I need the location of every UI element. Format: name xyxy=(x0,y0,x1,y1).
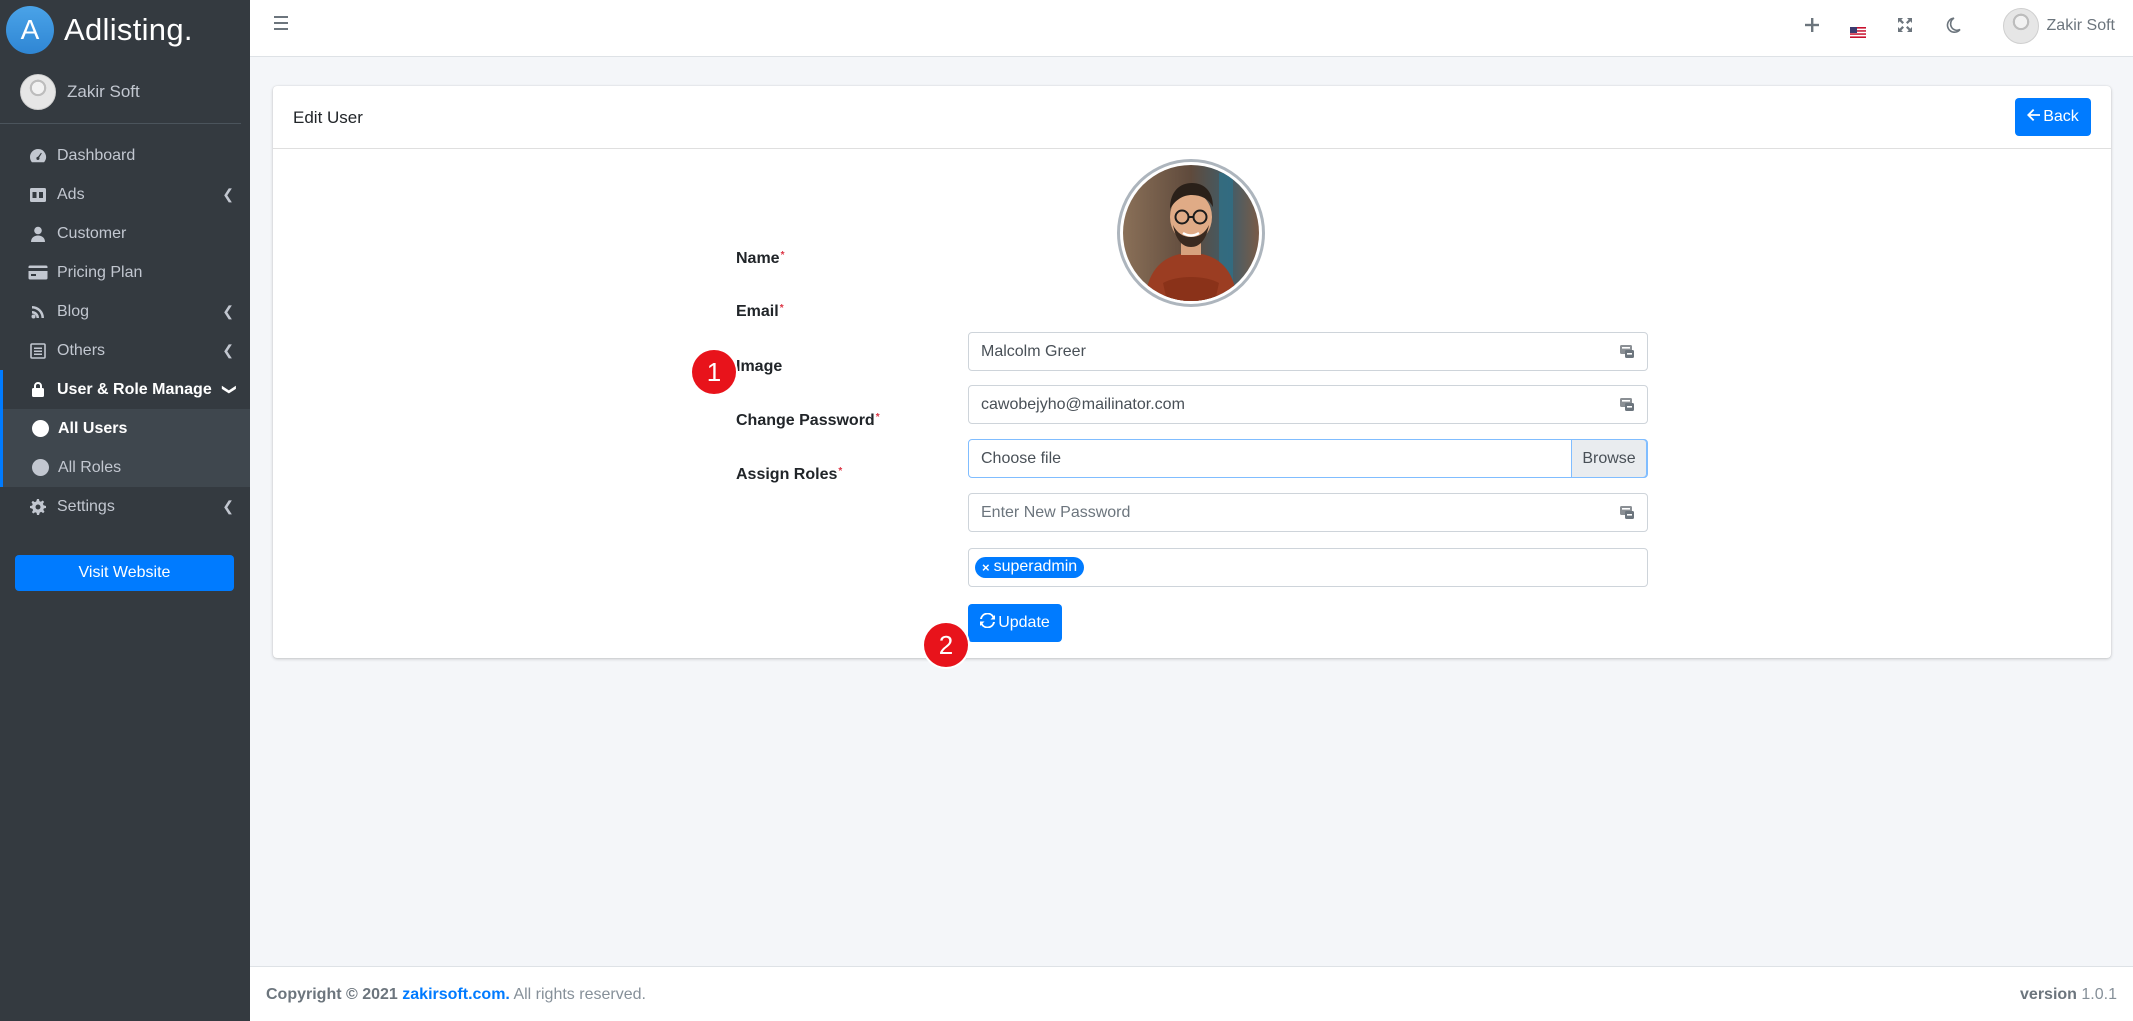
brand[interactable]: A Adlisting. xyxy=(0,0,250,60)
sidebar-item-label: Settings xyxy=(57,497,115,515)
password-field[interactable]: Enter New Password xyxy=(968,493,1648,532)
update-label: Update xyxy=(998,614,1050,631)
list-icon xyxy=(28,341,48,361)
footer-version: version 1.0.1 xyxy=(2020,986,2117,1004)
browse-button[interactable]: Browse xyxy=(1571,439,1647,478)
avatar xyxy=(2002,8,2039,44)
update-button[interactable]: Update xyxy=(968,604,1062,642)
plus-icon[interactable] xyxy=(1804,13,1820,39)
sidebar-item-ads[interactable]: Ads ❮ xyxy=(0,175,250,214)
name-value: Malcolm Greer xyxy=(981,342,1086,360)
chevron-down-icon: ❮ xyxy=(219,383,236,396)
edit-user-card: Edit User Back Name* Malcolm Greer Email… xyxy=(273,86,2111,658)
back-label: Back xyxy=(2043,108,2079,125)
sidebar-item-dashboard[interactable]: Dashboard xyxy=(0,136,250,175)
page-title: Edit User xyxy=(293,108,363,127)
annotation-marker-1: 1 xyxy=(692,350,736,394)
avatar xyxy=(20,73,56,110)
ad-icon xyxy=(28,185,48,205)
sidebar-item-settings[interactable]: Settings ❮ xyxy=(0,487,250,526)
sidebar-item-label: All Roles xyxy=(58,458,122,476)
file-input-text: Choose file xyxy=(981,449,1062,467)
email-label: Email* xyxy=(736,303,784,320)
chevron-left-icon: ❮ xyxy=(222,342,234,358)
name-label: Name* xyxy=(736,250,785,267)
credit-card-icon xyxy=(28,263,48,283)
us-flag-icon[interactable] xyxy=(1850,21,1866,44)
sidebar-item-all-roles[interactable]: All Roles xyxy=(0,448,250,487)
brand-logo: A xyxy=(6,6,54,54)
footer: Copyright © 2021 zakirsoft.com. All righ… xyxy=(250,966,2133,1021)
sidebar-item-blog[interactable]: Blog ❮ xyxy=(0,292,250,331)
sidebar-item-label: User & Role Manage xyxy=(57,380,212,398)
sidebar-item-customer[interactable]: Customer xyxy=(0,214,250,253)
roles-select[interactable]: × superadmin xyxy=(968,548,1648,587)
sidebar-item-user-role-manage[interactable]: User & Role Manage ❮ xyxy=(0,370,250,409)
topbar: Zakir Soft xyxy=(250,0,2133,57)
sidebar-item-label: Ads xyxy=(57,185,85,203)
assign-roles-label: Assign Roles* xyxy=(736,466,843,483)
topbar-user-menu[interactable]: Zakir Soft xyxy=(2002,8,2115,44)
sidebar-item-label: All Users xyxy=(58,419,128,437)
chevron-left-icon: ❮ xyxy=(222,303,234,319)
rights-text: All rights reserved. xyxy=(513,986,646,1003)
email-value: cawobejyho@mailinator.com xyxy=(981,395,1185,413)
lock-icon xyxy=(28,380,48,400)
user-icon xyxy=(28,224,48,244)
hamburger-menu-icon[interactable] xyxy=(274,16,288,30)
version-value: 1.0.1 xyxy=(2081,986,2117,1003)
keychain-icon xyxy=(1619,504,1635,520)
role-tag[interactable]: × superadmin xyxy=(975,557,1085,578)
sidebar-item-label: Blog xyxy=(57,302,90,320)
email-field[interactable]: cawobejyho@mailinator.com xyxy=(968,385,1648,424)
visit-website-button[interactable]: Visit Website xyxy=(15,555,234,591)
gear-icon xyxy=(28,497,48,517)
tachometer-icon xyxy=(28,146,48,166)
image-file-input[interactable]: Choose file Browse xyxy=(968,439,1648,478)
arrow-left-icon xyxy=(2027,108,2041,126)
footer-site-link[interactable]: zakirsoft.com. xyxy=(402,986,510,1003)
role-tag-label: superadmin xyxy=(993,558,1078,575)
circle-icon xyxy=(32,459,49,476)
sidebar-nav: Dashboard Ads ❮ Customer Pricing Plan Bl… xyxy=(0,136,250,526)
sidebar-item-others[interactable]: Others ❮ xyxy=(0,331,250,370)
chevron-left-icon: ❮ xyxy=(222,498,234,514)
back-button[interactable]: Back xyxy=(2015,98,2091,136)
sidebar-item-pricing-plan[interactable]: Pricing Plan xyxy=(0,253,250,292)
sidebar-item-all-users[interactable]: All Users xyxy=(0,409,250,448)
moon-icon[interactable] xyxy=(1945,17,1961,40)
sidebar-item-label: Pricing Plan xyxy=(57,263,143,281)
blog-icon xyxy=(28,302,48,322)
sidebar: A Adlisting. Zakir Soft Dashboard Ads ❮ … xyxy=(0,0,250,1021)
keychain-icon xyxy=(1619,343,1635,359)
sidebar-item-label: Customer xyxy=(57,224,127,242)
annotation-marker-2: 2 xyxy=(924,623,968,667)
sidebar-user-name: Zakir Soft xyxy=(67,81,140,101)
image-label: Image xyxy=(736,358,783,375)
profile-image xyxy=(1117,159,1265,307)
change-password-label: Change Password* xyxy=(736,412,880,429)
sidebar-item-label: Others xyxy=(57,341,106,359)
copyright-text: Copyright © 2021 xyxy=(266,986,398,1003)
name-field[interactable]: Malcolm Greer xyxy=(968,332,1648,371)
circle-icon xyxy=(32,420,49,437)
remove-tag-icon[interactable]: × xyxy=(982,560,990,575)
password-placeholder: Enter New Password xyxy=(981,503,1131,521)
footer-copyright: Copyright © 2021 zakirsoft.com. All righ… xyxy=(266,986,646,1004)
brand-name: Adlisting. xyxy=(64,12,193,47)
topbar-user-name: Zakir Soft xyxy=(2046,17,2115,34)
keychain-icon xyxy=(1619,396,1635,412)
chevron-left-icon: ❮ xyxy=(222,186,234,202)
card-header: Edit User Back xyxy=(273,86,2111,149)
version-label: version xyxy=(2020,986,2077,1003)
sidebar-submenu: All Users All Roles xyxy=(0,409,250,487)
sidebar-item-label: Dashboard xyxy=(57,146,136,164)
fullscreen-icon[interactable] xyxy=(1897,16,1913,39)
sidebar-user-panel[interactable]: Zakir Soft xyxy=(0,60,241,124)
sync-icon xyxy=(980,612,996,633)
